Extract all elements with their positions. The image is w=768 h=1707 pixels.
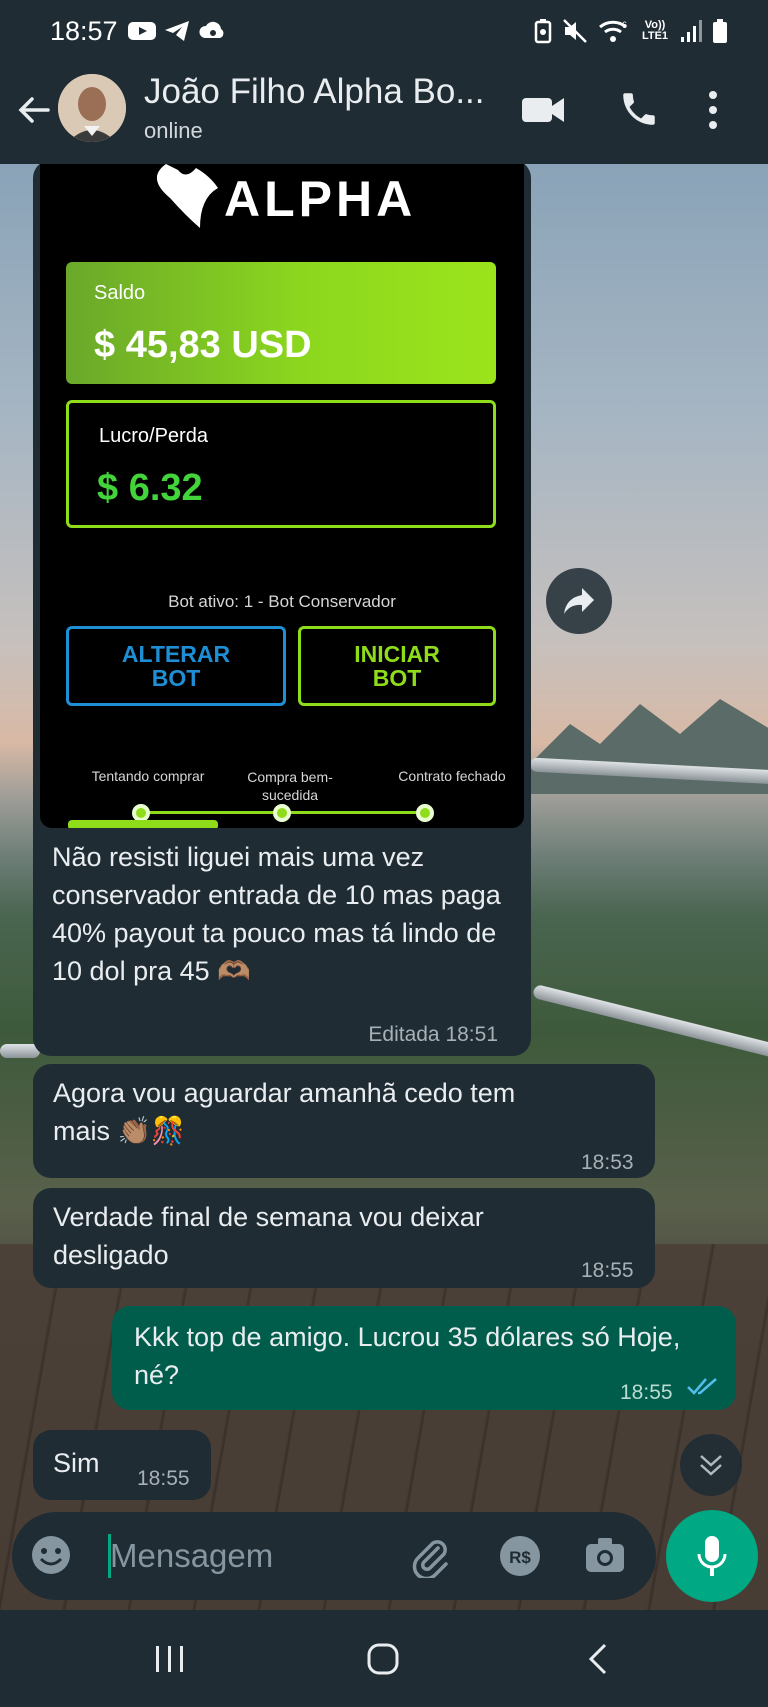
- double-chevron-down-icon: [700, 1455, 722, 1476]
- battery-saver-icon: [534, 19, 552, 44]
- message-bubble-incoming[interactable]: Agora vou aguardar amanhã cedo tem mais …: [33, 1064, 655, 1178]
- contact-name[interactable]: João Filho Alpha Bo...: [144, 72, 485, 112]
- iniciar-bot-button: INICIAR BOT: [298, 626, 496, 706]
- message-composer: R$: [12, 1512, 656, 1600]
- lucro-value: $ 6.32: [97, 467, 203, 509]
- message-time: 18:55: [581, 1259, 634, 1282]
- message-time: 18:55: [137, 1467, 190, 1490]
- text-cursor: [108, 1534, 111, 1578]
- status-time: 18:57: [50, 16, 118, 46]
- avatar[interactable]: [58, 74, 126, 142]
- step-contrato-fechado: Contrato fechado: [398, 768, 506, 784]
- forward-button[interactable]: [546, 568, 612, 634]
- message-text: Verdade final de semana vou deixar desli…: [53, 1202, 484, 1270]
- progress-dot: [273, 804, 291, 822]
- video-call-icon[interactable]: [520, 92, 566, 128]
- message-text: Agora vou aguardar amanhã cedo tem mais …: [53, 1078, 516, 1146]
- progress-bar-stub: [68, 820, 218, 828]
- image-message-time: Editada 18:51: [368, 1023, 498, 1046]
- read-receipt-icon: [687, 1378, 717, 1395]
- alpha-logo-text: ALPHA: [224, 171, 417, 227]
- back-arrow-icon[interactable]: [14, 90, 54, 130]
- bot-status: Bot ativo: 1 - Bot Conservador: [168, 592, 396, 611]
- attach-icon[interactable]: [408, 1534, 452, 1578]
- message-text: Kkk top de amigo. Lucrou 35 dólares só H…: [134, 1322, 681, 1390]
- emoji-icon[interactable]: [30, 1534, 72, 1576]
- progress-dot: [416, 804, 434, 822]
- more-options-icon[interactable]: [706, 88, 720, 132]
- cloud-sync-icon: [199, 21, 224, 38]
- iniciar-line1: INICIAR: [354, 641, 440, 667]
- status-system-icons: 6 Vo)) LTE1: [534, 18, 728, 44]
- step-tentando-comprar: Tentando comprar: [91, 768, 205, 784]
- payment-icon[interactable]: R$: [498, 1534, 542, 1578]
- forward-icon: [564, 588, 594, 614]
- youtube-icon: [128, 22, 156, 40]
- scroll-to-bottom-button[interactable]: [680, 1434, 742, 1496]
- status-bar: 18:57 6 Vo)) LTE1: [0, 0, 768, 62]
- saldo-card: Saldo $ 45,83 USD: [66, 262, 496, 384]
- status-notification-icons: [128, 20, 226, 42]
- home-icon[interactable]: [366, 1642, 400, 1676]
- step2-line1: Compra bem-: [247, 769, 333, 785]
- chat-header: João Filho Alpha Bo... online: [0, 62, 768, 164]
- alterar-line1: ALTERAR: [121, 641, 231, 667]
- message-input[interactable]: [96, 1526, 396, 1586]
- lucro-card: Lucro/Perda $ 6.32: [66, 400, 496, 528]
- lucro-label: Lucro/Perda: [99, 425, 208, 447]
- svg-text:6: 6: [622, 20, 627, 30]
- camera-icon[interactable]: [584, 1536, 626, 1574]
- recent-apps-icon[interactable]: [154, 1644, 186, 1674]
- saldo-label: Saldo: [94, 282, 146, 304]
- step2-line2: sucedida: [261, 787, 319, 803]
- iniciar-line2: BOT: [372, 665, 422, 691]
- message-bubble-incoming[interactable]: Sim 18:55: [33, 1430, 211, 1500]
- back-nav-icon[interactable]: [586, 1642, 610, 1676]
- saldo-value: $ 45,83 USD: [94, 324, 312, 366]
- mute-icon: [563, 19, 587, 43]
- image-attachment[interactable]: ALPHA Saldo $ 45,83 USD Lucro/Perda $ 6.…: [40, 164, 524, 828]
- alterar-line2: BOT: [151, 665, 201, 691]
- step-compra-bem-sucedida: Compra bem- sucedida: [230, 768, 350, 804]
- svg-text:R$: R$: [509, 1548, 531, 1567]
- contact-status: online: [144, 118, 203, 143]
- alterar-bot-button: ALTERAR BOT: [66, 626, 286, 706]
- telegram-icon: [165, 21, 189, 41]
- system-navigation-bar: [0, 1610, 768, 1707]
- image-caption: Não resisti liguei mais uma vez conserva…: [52, 842, 501, 986]
- phone-call-icon[interactable]: [618, 88, 660, 130]
- message-time: 18:53: [581, 1151, 634, 1174]
- message-bubble-outgoing[interactable]: Kkk top de amigo. Lucrou 35 dólares só H…: [112, 1306, 736, 1410]
- wallpaper-railing: [532, 983, 768, 1059]
- avatar-photo: [58, 74, 126, 142]
- battery-icon: [713, 19, 727, 43]
- signal-icon: [681, 20, 702, 42]
- message-text: Sim: [53, 1448, 100, 1478]
- microphone-icon: [697, 1536, 727, 1576]
- voice-message-button[interactable]: [666, 1510, 758, 1602]
- message-time: 18:55: [620, 1381, 673, 1404]
- message-bubble-incoming[interactable]: Verdade final de semana vou deixar desli…: [33, 1188, 655, 1288]
- wifi-icon: 6: [599, 20, 627, 42]
- network-label: Vo)) LTE1: [641, 19, 669, 42]
